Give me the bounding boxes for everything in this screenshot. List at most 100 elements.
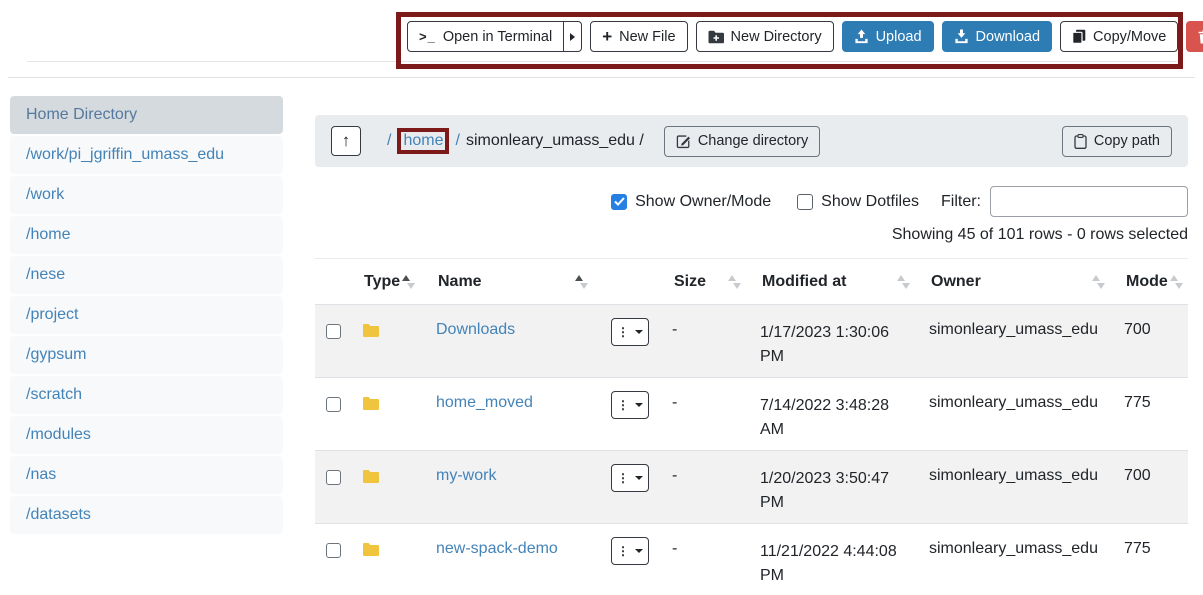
file-size: -: [672, 394, 760, 412]
sidebar-item-nese[interactable]: /nese: [10, 256, 283, 294]
clipboard-icon: [1074, 134, 1087, 149]
sidebar-item-work[interactable]: /work: [10, 176, 283, 214]
sort-carets-icon: [897, 274, 911, 290]
row-checkbox[interactable]: [326, 543, 341, 558]
sort-carets-icon: [575, 274, 589, 290]
home-link-annotation-box: home: [397, 128, 449, 154]
folder-icon: [362, 469, 380, 484]
copy-icon: [1072, 29, 1086, 44]
column-header-size[interactable]: Size: [672, 273, 760, 291]
column-header-owner[interactable]: Owner: [929, 273, 1124, 291]
sort-carets-icon: [402, 274, 416, 290]
change-directory-button[interactable]: Change directory: [664, 126, 820, 157]
file-size: -: [672, 467, 760, 485]
sidebar: Home Directory /work/pi_jgriffin_umass_e…: [10, 96, 283, 534]
sidebar-item-home[interactable]: /home: [10, 216, 283, 254]
copy-path-button[interactable]: Copy path: [1062, 126, 1172, 157]
plus-icon: +: [602, 27, 612, 47]
file-modified-at: 11/21/2022 4:44:08 PM: [760, 540, 929, 587]
open-in-terminal-button[interactable]: >_ Open in Terminal: [407, 21, 564, 52]
arrow-up-icon: ↑: [342, 131, 351, 151]
row-checkbox[interactable]: [326, 324, 341, 339]
sidebar-item-modules[interactable]: /modules: [10, 416, 283, 454]
new-file-button[interactable]: + New File: [590, 21, 687, 52]
sidebar-item-label: /home: [26, 226, 70, 244]
kebab-icon: ⋮: [617, 399, 629, 411]
caret-down-icon: [635, 403, 643, 407]
file-modified-at: 1/17/2023 1:30:06 PM: [760, 321, 929, 368]
column-header-label: Size: [672, 273, 706, 291]
new-file-label: New File: [619, 29, 675, 45]
row-actions-dropdown-button[interactable]: ⋮: [611, 537, 649, 565]
file-owner: simonleary_umass_edu: [929, 540, 1124, 558]
row-actions-dropdown-button[interactable]: ⋮: [611, 391, 649, 419]
edit-icon: [676, 134, 691, 149]
delete-button[interactable]: Delete: [1186, 21, 1203, 52]
file-type-cell: [362, 540, 436, 562]
sidebar-item-datasets[interactable]: /datasets: [10, 496, 283, 534]
copy-move-button[interactable]: Copy/Move: [1060, 21, 1178, 52]
show-owner-mode-toggle[interactable]: Show Owner/Mode: [611, 193, 771, 211]
sidebar-item-work-pi-jgriffin-umass-edu[interactable]: /work/pi_jgriffin_umass_edu: [10, 136, 283, 174]
file-type-cell: [362, 394, 436, 416]
row-checkbox[interactable]: [326, 470, 341, 485]
kebab-icon: ⋮: [617, 545, 629, 557]
file-name-link[interactable]: my-work: [436, 467, 496, 484]
sidebar-item-label: /nese: [26, 266, 65, 284]
go-up-directory-button[interactable]: ↑: [331, 126, 361, 156]
open-in-terminal-caret-button[interactable]: [564, 21, 582, 52]
page-divider: [8, 77, 1195, 78]
table-row: my-work ⋮ - 1/20/2023 3:50:47 PM simonle…: [315, 451, 1188, 524]
file-modified-at: 1/20/2023 3:50:47 PM: [760, 467, 929, 514]
row-actions-dropdown-button[interactable]: ⋮: [611, 318, 649, 346]
breadcrumb-separator[interactable]: /: [455, 132, 459, 150]
rows-status-text: Showing 45 of 101 rows - 0 rows selected: [315, 226, 1188, 244]
column-header-modified-at[interactable]: Modified at: [760, 273, 929, 291]
file-name-link[interactable]: Downloads: [436, 321, 515, 338]
check-icon: [614, 197, 625, 206]
new-directory-button[interactable]: New Directory: [696, 21, 834, 52]
caret-down-icon: [635, 549, 643, 553]
sidebar-item-nas[interactable]: /nas: [10, 456, 283, 494]
file-name-link[interactable]: new-spack-demo: [436, 540, 558, 557]
column-header-label: Name: [436, 273, 482, 291]
column-header-mode[interactable]: Mode: [1124, 273, 1188, 291]
folder-icon: [362, 396, 380, 411]
column-header-label: Type: [362, 273, 400, 291]
filter-input[interactable]: [990, 186, 1188, 217]
show-owner-mode-checkbox[interactable]: [611, 194, 627, 210]
file-name-link[interactable]: home_moved: [436, 394, 533, 411]
column-header-type[interactable]: Type: [362, 273, 436, 291]
sidebar-item-scratch[interactable]: /scratch: [10, 376, 283, 414]
column-header-name[interactable]: Name: [436, 273, 672, 291]
breadcrumb-root-link[interactable]: /: [387, 132, 391, 150]
kebab-icon: ⋮: [617, 472, 629, 484]
column-header-label: Mode: [1124, 273, 1168, 291]
kebab-icon: ⋮: [617, 326, 629, 338]
caret-down-icon: [635, 330, 643, 334]
open-in-terminal-label: Open in Terminal: [443, 29, 552, 45]
file-modified-at: 7/14/2022 3:48:28 AM: [760, 394, 929, 441]
breadcrumb-current-directory: simonleary_umass_edu /: [466, 132, 644, 150]
new-directory-label: New Directory: [731, 29, 822, 45]
sidebar-item-label: /datasets: [26, 506, 91, 524]
sidebar-item-label: /project: [26, 306, 78, 324]
download-button[interactable]: Download: [942, 21, 1053, 52]
table-row: home_moved ⋮ - 7/14/2022 3:48:28 AM simo…: [315, 378, 1188, 451]
upload-button[interactable]: Upload: [842, 21, 934, 52]
sidebar-item-project[interactable]: /project: [10, 296, 283, 334]
row-checkbox[interactable]: [326, 397, 341, 412]
table-body: Downloads ⋮ - 1/17/2023 1:30:06 PM simon…: [315, 305, 1188, 595]
show-dotfiles-toggle[interactable]: Show Dotfiles: [797, 193, 919, 211]
breadcrumb-home-link[interactable]: home: [403, 132, 443, 149]
upload-icon: [854, 29, 869, 44]
sidebar-item-home-directory[interactable]: Home Directory: [10, 96, 283, 134]
file-owner: simonleary_umass_edu: [929, 321, 1124, 339]
copy-move-label: Copy/Move: [1093, 29, 1166, 45]
table-header: Type Name Size Modified at Owner Mode: [315, 259, 1188, 305]
file-type-cell: [362, 467, 436, 489]
sidebar-item-gypsum[interactable]: /gypsum: [10, 336, 283, 374]
row-actions-dropdown-button[interactable]: ⋮: [611, 464, 649, 492]
filter-label: Filter:: [941, 193, 981, 211]
show-dotfiles-checkbox[interactable]: [797, 194, 813, 210]
